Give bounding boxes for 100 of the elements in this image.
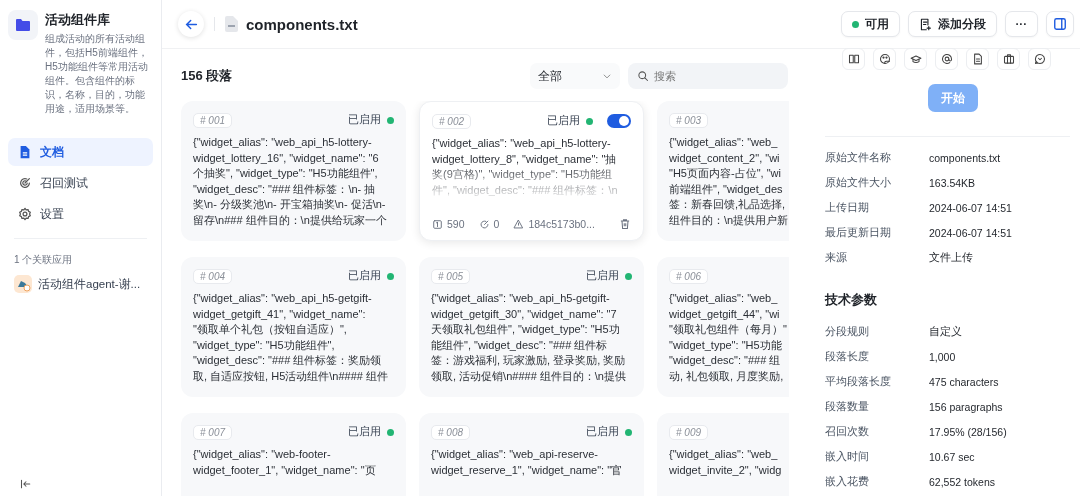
folder-icon [8,10,38,40]
enable-switch[interactable] [607,114,631,128]
info-label: 原始文件名称 [825,150,892,165]
search-field[interactable]: 搜索 [628,63,788,89]
segment-number: # 001 [193,112,233,128]
segment-text: {"widget_alias": "web_api-reserve- widget_reserve_1", "widget_name": "官 [431,447,624,478]
segment-number: # 003 [669,112,709,128]
param-label: 嵌入时间 [825,449,870,464]
nav-item[interactable]: 文档 [8,138,153,166]
document-icon [18,145,32,159]
status-label: 已启用 [348,425,381,439]
info-label: 原始文件大小 [825,175,892,190]
param-label: 嵌入花费 [825,474,870,489]
param-value: 17.95% (28/156) [929,425,1007,438]
palette-icon [878,53,891,65]
param-value: 62,552 tokens [929,475,995,488]
status-label: 已启用 [586,425,619,439]
param-label: 平均段落长度 [825,374,892,389]
nav-item[interactable]: 召回测试 [8,169,153,197]
chat-bubble-icon [1033,53,1046,65]
hash-text: 184c5173b0... [528,218,595,230]
info-value: 163.54KB [929,176,976,189]
segment-card[interactable]: # 004 已启用 {"widget_alias": "web_api_h5-getgift- widget_getgift_41", "widget_name": "领取单个礼包（按钮自适应）", "widget_type": "H5功能组件", "widget_desc": "### 组件标签：奖励领 取, 自适应按钮, H5活动组件\n#### 组件 [181,257,406,397]
chevron-down-icon [602,71,612,81]
segment-number: # 006 [669,268,709,284]
param-value: 10.67 sec [929,450,975,463]
file-icon [971,53,984,65]
character-count: 590 [447,218,465,230]
param-label: 分段规则 [825,324,870,339]
segment-text: {"widget_alias": "web_api_h5-getgift- widget_getgift_30", "widget_name": "7 天领取礼包组件", "widget_type": "H5功 能组件", "widget_desc": "### 组件标 签：游戏福利, 玩家激励, 登录奖励, 奖励 领取, 活动促销\n#### 组件目的：\n提供 [431,291,627,384]
segment-text: {"widget_alias": "web_ widget_getgift_44", "wi "领取礼包组件（每月）" "widget_type": "H5功能 "widget_desc": "### 组 动, 礼包领取, 月度奖励, [669,291,788,384]
segment-text: {"widget_alias": "web_ widget_invite_2", "widg [669,447,783,478]
book-button[interactable] [842,48,865,70]
briefcase-icon [1002,53,1015,65]
info-label: 最后更新日期 [825,225,892,240]
dataset-title: 活动组件库 [45,12,111,29]
book-icon [847,53,860,65]
info-value: components.txt [929,151,1001,164]
segment-number: # 008 [431,424,471,440]
segment-text: {"widget_alias": "web_ widget_content_2", "wi "H5页面内容-占位", "wi 前端组件", "widget_des 签：新春回馈,礼品选择, 组件目的：\n提供用户新 [669,135,789,228]
segment-card[interactable]: # 003 {"widget_alias": "web_ widget_content_2", "wi "H5页面内容-占位", "wi 前端组件", "widget_des 签：新春回馈,礼品选择, 组件目的：\n提供用户新 [657,101,789,241]
briefcase-button[interactable] [997,48,1020,70]
segment-number: # 004 [193,268,233,284]
segment-card[interactable]: # 001 已启用 {"widget_alias": "web_api_h5-lottery- widget_lottery_16", "widget_name": "6 个抽奖", "widget_type": "H5功能组件", "widget_desc": "### 组件标签：\n- 抽 奖\n- 分级奖池\n- 开宝箱抽奖\n- 促活\n- 留存\n### 组件目的：\n提供给玩家一个 [181,101,406,241]
info-value: 2024-06-07 14:51 [929,226,1012,239]
param-value: 156 paragraphs [929,400,1003,413]
dataset-description: 组成活动的所有活动组件，包括H5前端组件，H5功能组件等常用活动组件。包含组件的标识，名称，目的，功能用途，适用场景等。 [45,32,149,116]
info-label: 来源 [825,250,848,265]
param-label: 召回次数 [825,424,870,439]
delete-button[interactable] [619,218,631,230]
nav-item[interactable]: 设置 [8,200,153,228]
panel-toggle-button[interactable] [1046,11,1074,37]
graduation-cap-button[interactable] [904,48,927,70]
character-count-icon [432,218,443,230]
status-label: 已启用 [348,269,381,283]
collapse-icon [20,478,32,490]
chat-bubble-button[interactable] [1028,48,1051,70]
segment-text: {"widget_alias": "web_api_h5-lottery- widget_lottery_16", "widget_name": "6 个抽奖", "widget_type": "H5功能组件", "widget_desc": "### 组件标签：\n- 抽 奖\n- 分级奖池\n- 开宝箱抽奖\n- 促活\n- 留存\n### 组件目的：\n提供给玩家一个 [193,135,388,228]
segment-card[interactable]: # 008 已启用 {"widget_alias": "web_api-reserve- widget_reserve_1", "widget_name": "官 [419,413,644,496]
graduation-cap-icon [909,53,922,65]
at-sign-icon [940,53,953,65]
param-value: 自定义 [929,324,962,339]
more-button[interactable]: ··· [1004,11,1038,37]
target-icon [478,218,490,230]
settings-icon [18,207,32,221]
segment-card[interactable]: # 006 {"widget_alias": "web_ widget_getgift_44", "wi "领取礼包组件（每月）" "widget_type": "H5功能 "widget_desc": "### 组 动, 礼包领取, 月度奖励, [657,257,789,397]
segment-card[interactable]: # 005 已启用 {"widget_alias": "web_api_h5-getgift- widget_getgift_30", "widget_name": "7 天领取礼包组件", "widget_type": "H5功 能组件", "widget_desc": "### 组件标 签：游戏福利, 玩家激励, 登录奖励, 奖励 领取, 活动促销\n#### 组件目的：\n提供 [419,257,644,397]
add-document-icon [918,17,932,31]
app-item[interactable]: 活动组件agent-谢... [8,267,153,301]
info-value: 文件上传 [929,250,973,265]
trash-icon [619,218,631,230]
segment-number: # 009 [669,424,709,440]
arrow-left-icon [184,17,198,31]
back-button[interactable] [178,11,204,37]
hit-count: 0 [493,218,500,230]
triangle-icon [513,218,525,230]
add-segment-button[interactable]: 添加分段 [907,11,997,37]
param-label: 段落长度 [825,349,870,364]
segment-number: # 005 [431,268,471,284]
segment-count: 156 段落 [181,67,233,85]
palette-button[interactable] [873,48,896,70]
side-panel-icon [1053,17,1067,31]
status-label: 已启用 [547,114,580,128]
section-title: 技术参数 [825,292,878,309]
at-sign-button[interactable] [935,48,958,70]
segment-number: # 007 [193,424,233,440]
param-label: 段落数量 [825,399,870,414]
file-button[interactable] [966,48,989,70]
status-label: 已启用 [348,113,381,127]
status-label: 已启用 [586,269,619,283]
segment-text: {"widget_alias": "web-footer- widget_footer_1", "widget_name": "页 [193,447,377,478]
filter-dropdown[interactable]: 全部 [530,63,620,89]
related-apps-label: 1 个关联应用 [13,253,74,267]
segment-card[interactable]: # 009 {"widget_alias": "web_ widget_invite_2", "widg [657,413,789,496]
file-title: components.txt [246,15,358,33]
target-icon [18,176,32,190]
param-value: 475 characters [929,375,999,388]
status-button[interactable]: 可用 [840,11,900,37]
segment-card[interactable]: # 007 已启用 {"widget_alias": "web-footer- widget_footer_1", "widget_name": "页 [181,413,406,496]
search-icon [637,70,649,82]
